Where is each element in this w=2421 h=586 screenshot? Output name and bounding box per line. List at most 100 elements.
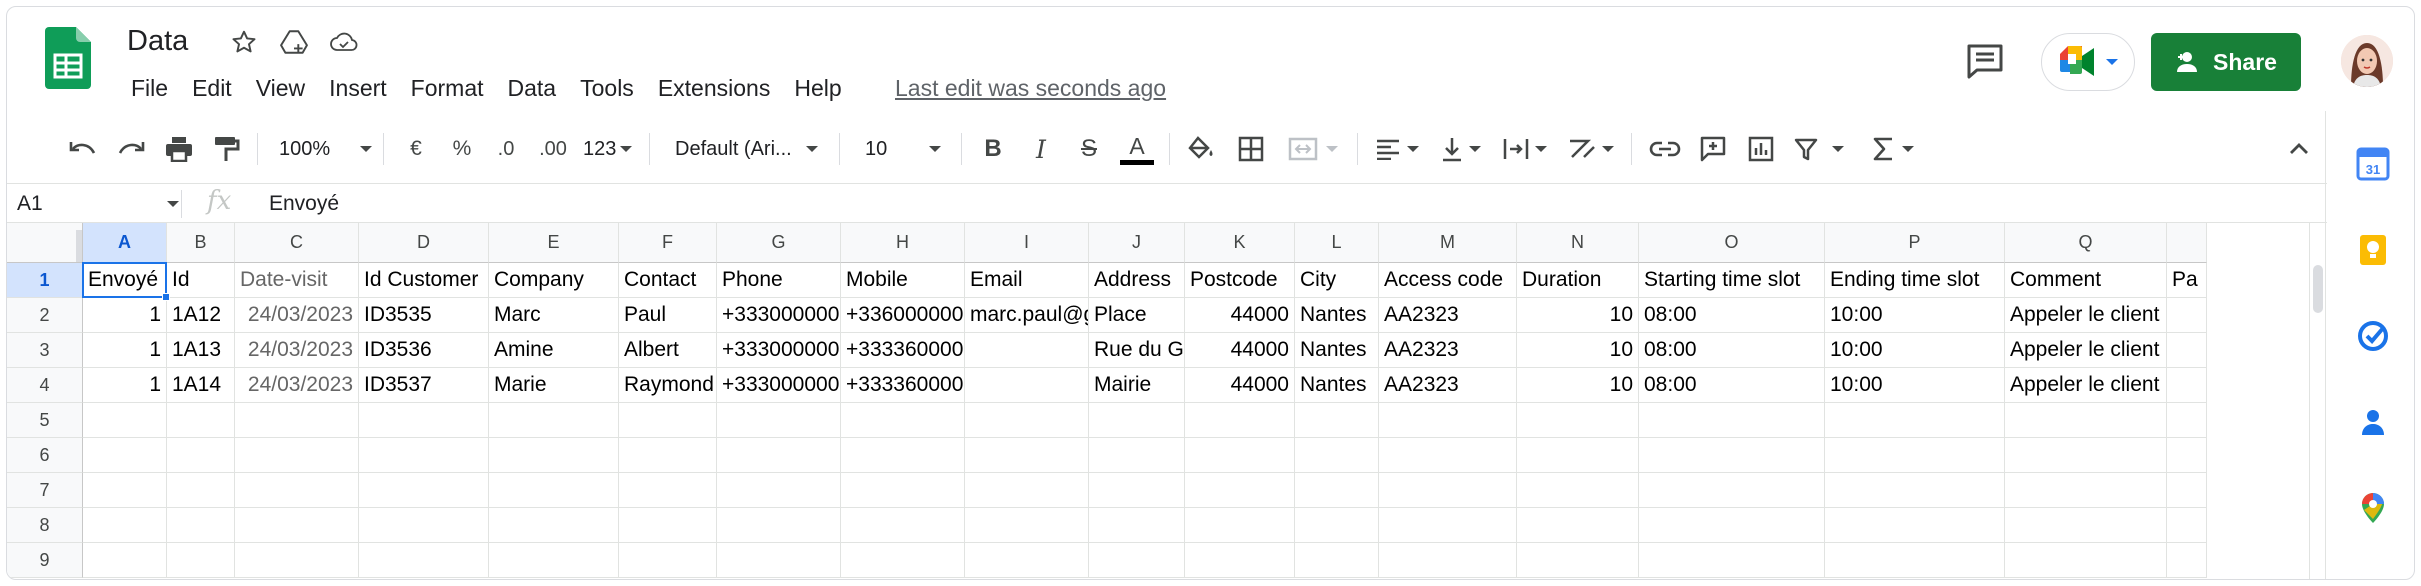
share-button[interactable]: Share (2151, 33, 2301, 91)
more-formats-select[interactable]: 123 (583, 129, 633, 169)
print-icon[interactable] (161, 129, 197, 169)
row-header-7[interactable]: 7 (7, 473, 83, 508)
currency-format-button[interactable]: € (401, 129, 431, 169)
cell[interactable] (965, 368, 1089, 403)
cell[interactable]: AA2323 (1379, 333, 1517, 368)
column-header-r[interactable] (2167, 223, 2207, 263)
cell[interactable]: Id (167, 263, 235, 298)
column-header-b[interactable]: B (167, 223, 235, 263)
menu-format[interactable]: Format (399, 73, 496, 103)
name-box[interactable]: A1 (17, 192, 43, 216)
cell[interactable]: Amine (489, 333, 619, 368)
cell[interactable]: Duration (1517, 263, 1639, 298)
cell[interactable] (717, 543, 841, 578)
cell[interactable] (841, 403, 965, 438)
cell[interactable] (1639, 543, 1825, 578)
cell[interactable] (965, 438, 1089, 473)
cell[interactable]: Phone (717, 263, 841, 298)
vertical-align-icon[interactable] (1435, 129, 1487, 169)
cell[interactable] (489, 438, 619, 473)
menu-file[interactable]: File (123, 73, 180, 103)
cell[interactable] (2005, 508, 2167, 543)
cell[interactable]: +333000000 (717, 368, 841, 403)
cell[interactable]: +333000000 (717, 298, 841, 333)
cell[interactable] (1089, 403, 1185, 438)
cell[interactable] (1825, 543, 2005, 578)
contacts-icon[interactable] (2356, 405, 2390, 439)
cell[interactable] (83, 473, 167, 508)
keep-icon[interactable] (2356, 233, 2390, 267)
cell[interactable] (1295, 403, 1379, 438)
cell[interactable]: Appeler le client (2005, 298, 2167, 333)
cell[interactable] (167, 403, 235, 438)
cell[interactable] (2167, 403, 2207, 438)
font-size-select[interactable]: 10 (865, 129, 942, 169)
vertical-scrollbar[interactable] (2309, 223, 2325, 579)
cell[interactable] (965, 543, 1089, 578)
cell[interactable] (1379, 403, 1517, 438)
cell[interactable]: +333000000 (717, 333, 841, 368)
fill-color-icon[interactable] (1183, 129, 1219, 169)
star-icon[interactable] (229, 27, 259, 57)
cell[interactable]: 10 (1517, 368, 1639, 403)
cell[interactable]: Access code (1379, 263, 1517, 298)
comment-history-icon[interactable] (1965, 43, 2005, 79)
cell[interactable] (167, 438, 235, 473)
cell[interactable] (2005, 473, 2167, 508)
cell[interactable]: ID3535 (359, 298, 489, 333)
formula-input[interactable]: Envoyé (269, 192, 339, 216)
cell[interactable] (489, 473, 619, 508)
cell[interactable] (1379, 473, 1517, 508)
cell[interactable] (2167, 543, 2207, 578)
cell[interactable]: 08:00 (1639, 298, 1825, 333)
cell[interactable]: Company (489, 263, 619, 298)
row-header-1[interactable]: 1 (7, 263, 83, 298)
increase-decimal-button[interactable]: .00 (533, 129, 573, 169)
column-header-a[interactable]: A (83, 223, 167, 263)
cell[interactable] (1295, 543, 1379, 578)
avatar[interactable] (2341, 35, 2393, 87)
cell[interactable] (1517, 438, 1639, 473)
cell[interactable] (235, 403, 359, 438)
cell[interactable] (2167, 508, 2207, 543)
column-header-d[interactable]: D (359, 223, 489, 263)
cell[interactable] (359, 473, 489, 508)
cell[interactable] (1379, 543, 1517, 578)
cell[interactable]: ID3537 (359, 368, 489, 403)
document-title[interactable]: Data (127, 25, 188, 58)
text-wrap-icon[interactable] (1499, 129, 1551, 169)
decrease-decimal-button[interactable]: .0 (489, 129, 523, 169)
chevron-down-icon[interactable] (167, 201, 179, 207)
cell[interactable] (1517, 508, 1639, 543)
strikethrough-button[interactable]: S (1071, 129, 1107, 169)
cell[interactable]: City (1295, 263, 1379, 298)
column-header-h[interactable]: H (841, 223, 965, 263)
cell[interactable]: 24/03/2023 (235, 298, 359, 333)
cell[interactable]: Paul (619, 298, 717, 333)
cell[interactable]: 10 (1517, 333, 1639, 368)
cell[interactable] (489, 543, 619, 578)
column-header-o[interactable]: O (1639, 223, 1825, 263)
cell[interactable] (83, 543, 167, 578)
maps-icon[interactable] (2356, 491, 2390, 525)
cell[interactable] (2167, 368, 2207, 403)
cell[interactable]: Nantes (1295, 333, 1379, 368)
cell[interactable]: 44000 (1185, 368, 1295, 403)
bold-button[interactable]: B (975, 129, 1011, 169)
cell[interactable] (359, 403, 489, 438)
italic-button[interactable]: I (1023, 129, 1059, 169)
cell[interactable]: Mairie (1089, 368, 1185, 403)
cell[interactable]: Nantes (1295, 368, 1379, 403)
cell[interactable] (235, 473, 359, 508)
cell[interactable] (489, 508, 619, 543)
tasks-icon[interactable] (2356, 319, 2390, 353)
column-header-j[interactable]: J (1089, 223, 1185, 263)
column-header-g[interactable]: G (717, 223, 841, 263)
zoom-select[interactable]: 100% (279, 129, 373, 169)
cell[interactable] (619, 543, 717, 578)
cell[interactable] (83, 438, 167, 473)
cell[interactable]: Appeler le client (2005, 368, 2167, 403)
cell[interactable]: AA2323 (1379, 298, 1517, 333)
column-header-i[interactable]: I (965, 223, 1089, 263)
font-family-select[interactable]: Default (Ari... (675, 129, 818, 169)
